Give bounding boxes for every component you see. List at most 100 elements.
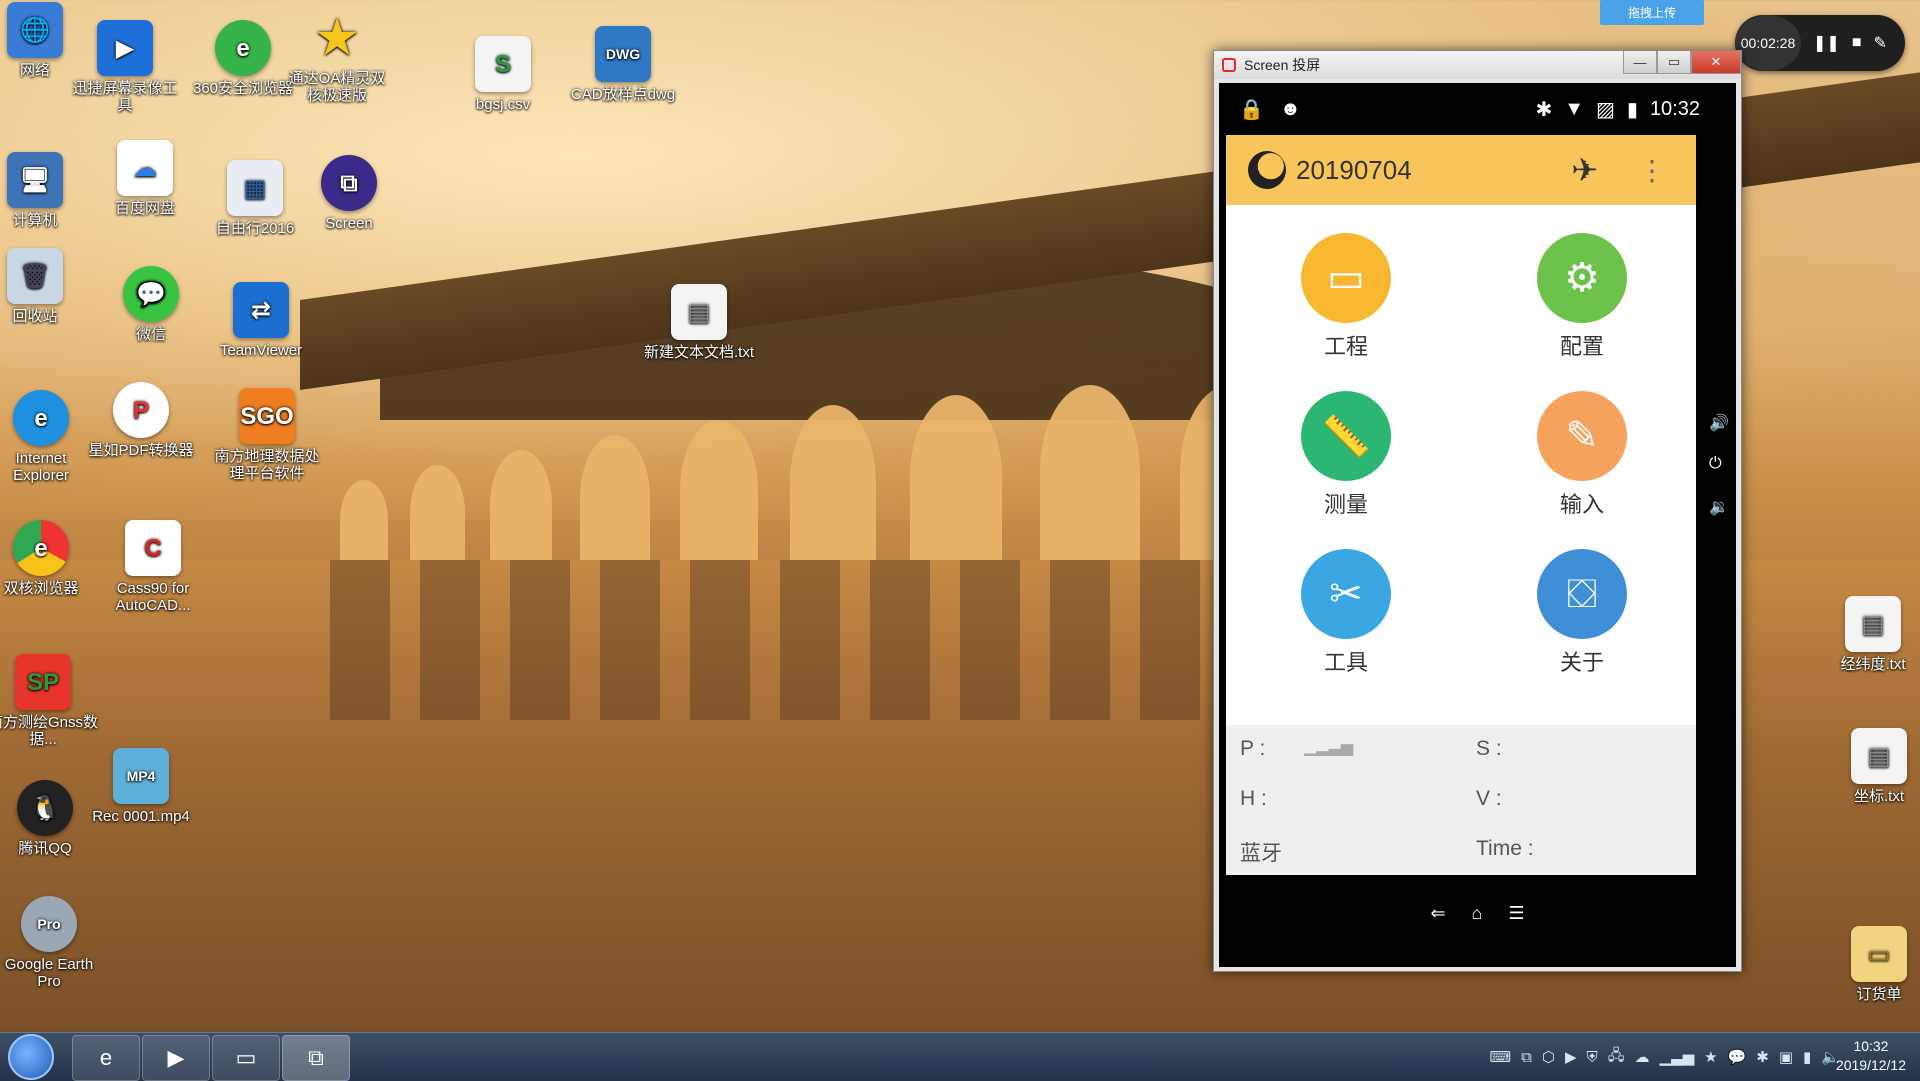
desktop-icon-sgo[interactable]: SGO 南方地理数据处理平台软件 (212, 388, 322, 482)
maximize-button[interactable]: ▭ (1657, 51, 1691, 74)
stop-icon[interactable]: ■ (1852, 34, 1862, 52)
start-button[interactable] (8, 1034, 54, 1080)
desktop-icon-gnss[interactable]: SP 南方测绘Gnss数据... (0, 654, 98, 748)
screen-tray-icon[interactable]: ⧉ (1521, 1049, 1532, 1066)
tile-label: 工程 (1323, 334, 1368, 359)
tile-measure[interactable]: 📏 测量 (1286, 391, 1406, 519)
taskbar-file-explorer[interactable]: ▭ (212, 1035, 280, 1081)
v-label: V : (1476, 787, 1502, 810)
display-tray-icon[interactable]: ▣ (1779, 1048, 1793, 1066)
close-button[interactable]: ✕ (1691, 51, 1741, 74)
gnss-logo-icon: SP (15, 654, 71, 710)
icon-label: 新建文本文档.txt (644, 344, 755, 361)
desktop-icon-wechat[interactable]: 💬 微信 (96, 266, 206, 343)
network-icon[interactable]: 🖧 (1608, 1045, 1625, 1070)
android-nav-bar: ⇐ ⌂ ☰ (1219, 883, 1736, 943)
desktop-icon-coords-txt[interactable]: ▤ 坐标.txt (1824, 728, 1920, 805)
screen-cast-window: Screen 投屏 — ▭ ✕ 🔒 ☻ ✱ ▼ ▨ ▮ 10:32 201907… (1213, 50, 1742, 972)
baidu-tray-icon[interactable]: ☁ (1635, 1048, 1650, 1066)
desktop-icon-dual-browser[interactable]: e 双核浏览器 (0, 520, 96, 597)
tile-about[interactable]: ⛋ 关于 (1522, 549, 1642, 677)
desktop-icon-recycle-bin[interactable]: 🗑 回收站 (0, 248, 90, 325)
volume-up-icon[interactable]: 🔊 (1709, 413, 1729, 433)
recents-icon[interactable]: ☰ (1508, 903, 1524, 924)
tile-label: 测量 (1323, 492, 1368, 517)
desktop-icon-order-folder[interactable]: ▭ 订货单 (1824, 926, 1920, 1003)
satellite-icon[interactable]: ✈ (1571, 151, 1598, 189)
icon-label: Cass90 for AutoCAD... (115, 580, 191, 614)
minimize-button[interactable]: — (1623, 51, 1657, 74)
icon-label: 通达OA精灵双核极速版 (288, 70, 386, 104)
tile-label: 关于 (1559, 650, 1604, 675)
tile-label: 输入 (1559, 492, 1604, 517)
icon-label: 回收站 (12, 308, 58, 325)
desktop-icon-qq[interactable]: 🐧 腾讯QQ (0, 780, 100, 857)
chat-bubble-icon: 💬 (123, 266, 179, 322)
bluetooth-tray-icon[interactable]: ✱ (1756, 1048, 1769, 1066)
bluetooth-icon: ✱ (1535, 98, 1553, 121)
desktop-icon-teamviewer[interactable]: ⇄ TeamViewer (206, 282, 316, 359)
window-titlebar[interactable]: Screen 投屏 — ▭ ✕ (1214, 51, 1741, 79)
desktop-icon-cass90[interactable]: C Cass90 for AutoCAD... (98, 520, 208, 614)
penguin-icon: 🐧 (17, 780, 73, 836)
taskbar-clock[interactable]: 10:32 2019/12/12 (1836, 1037, 1906, 1075)
desktop-icon-pdf-converter[interactable]: P 星如PDF转换器 (86, 382, 196, 459)
status-bar: 🔒 ☻ ✱ ▼ ▨ ▮ 10:32 (1219, 83, 1736, 135)
taskbar-screen-recorder[interactable]: ▶ (142, 1035, 210, 1081)
shield-icon[interactable]: ⛨ (1587, 1049, 1598, 1066)
keyboard-icon[interactable]: ⌨ (1490, 1048, 1512, 1066)
desktop-icon-screen-recorder[interactable]: ▶ 迅捷屏幕录像工具 (70, 20, 180, 114)
tile-project[interactable]: ▭ 工程 (1286, 233, 1406, 361)
cube-icon[interactable]: ⬡ (1542, 1048, 1555, 1066)
star-tray-icon[interactable]: ★ (1704, 1048, 1717, 1066)
p-label: P : (1240, 737, 1266, 760)
text-file-icon: ▤ (1851, 728, 1907, 784)
desktop-icon-google-earth[interactable]: Pro Google Earth Pro (0, 896, 104, 990)
signal-tray-icon[interactable]: ▁▃▅ (1660, 1048, 1695, 1066)
cloud-icon: ☁ (117, 140, 173, 196)
recording-controls: 00:02:28 ❚❚ ■ ✎ (1735, 15, 1905, 71)
tile-config[interactable]: ⚙ 配置 (1522, 233, 1642, 361)
ie-green-icon: e (99, 1045, 113, 1070)
ie-green-icon: e (215, 20, 271, 76)
taskbar: e ▶ ▭ ⧉ ⌨ ⧉ ⬡ ▶ ⛨ 🖧 ☁ ▁▃▅ ★ 💬 ✱ ▣ ▮ 🔈 10… (0, 1032, 1920, 1081)
wechat-tray-icon[interactable]: 💬 (1728, 1048, 1747, 1066)
desktop-icon-new-text[interactable]: ▤ 新建文本文档.txt (644, 284, 754, 361)
icon-label: 南方地理数据处理平台软件 (214, 448, 320, 482)
drag-upload-badge[interactable]: 拖拽上传 (1600, 0, 1704, 25)
pdf-p-icon: P (113, 382, 169, 438)
power-icon[interactable]: ⏻ (1709, 455, 1722, 473)
desktop-icon-rec-mp4[interactable]: MP4 Rec 0001.mp4 (86, 748, 196, 825)
project-name: 20190704 (1296, 154, 1412, 185)
desktop-icon-tongda-oa[interactable]: ★ 通达OA精灵双核极速版 (282, 10, 392, 105)
wrench-icon: ✂ (1301, 549, 1391, 639)
lock-icon: 🔒 (1239, 98, 1264, 121)
battery-icon: ▮ (1626, 98, 1638, 121)
home-icon[interactable]: ⌂ (1472, 903, 1483, 924)
phone-screen: 🔒 ☻ ✱ ▼ ▨ ▮ 10:32 20190704 ✈ ⋮ ▭ 工程 ⚙ 配置 (1219, 83, 1736, 967)
desktop-icon-ie[interactable]: e Internet Explorer (0, 390, 96, 484)
icon-label: Screen (325, 215, 373, 232)
tile-tools[interactable]: ✂ 工具 (1286, 549, 1406, 677)
video-file-icon: MP4 (113, 748, 169, 804)
taskbar-screen-cast[interactable]: ⧉ (282, 1035, 350, 1081)
desktop-icon-bgsj-csv[interactable]: S bgsj.csv (448, 36, 558, 113)
back-icon[interactable]: ⇐ (1430, 903, 1445, 924)
folder-icon: ▭ (1851, 926, 1907, 982)
recorder-tray-icon[interactable]: ▶ (1565, 1048, 1577, 1066)
desktop-icon-cad-dwg[interactable]: DWG CAD放样点dwg (568, 26, 678, 103)
volume-down-icon[interactable]: 🔉 (1709, 497, 1729, 517)
pause-icon[interactable]: ❚❚ (1813, 33, 1840, 53)
tile-input[interactable]: ✎ 输入 (1522, 391, 1642, 519)
overflow-menu-icon[interactable]: ⋮ (1638, 154, 1666, 187)
s-label: S : (1476, 737, 1502, 760)
desktop-icon-baidu-netdisk[interactable]: ☁ 百度网盘 (90, 140, 200, 217)
desktop-icon-screen[interactable]: ⧉ Screen (294, 155, 404, 232)
battery-tray-icon[interactable]: ▮ (1803, 1048, 1811, 1066)
desktop-icon-lat-lon-txt[interactable]: ▤ 经纬度.txt (1818, 596, 1920, 673)
status-info-panel: P : ▁▂▃▅ S : H : V : 蓝牙 Time : (1226, 725, 1696, 875)
pen-icon[interactable]: ✎ (1873, 33, 1886, 53)
taskbar-360-browser[interactable]: e (72, 1035, 140, 1081)
time-label: Time : (1476, 837, 1534, 860)
desktop-icon-computer[interactable]: 🖥 计算机 (0, 152, 90, 229)
